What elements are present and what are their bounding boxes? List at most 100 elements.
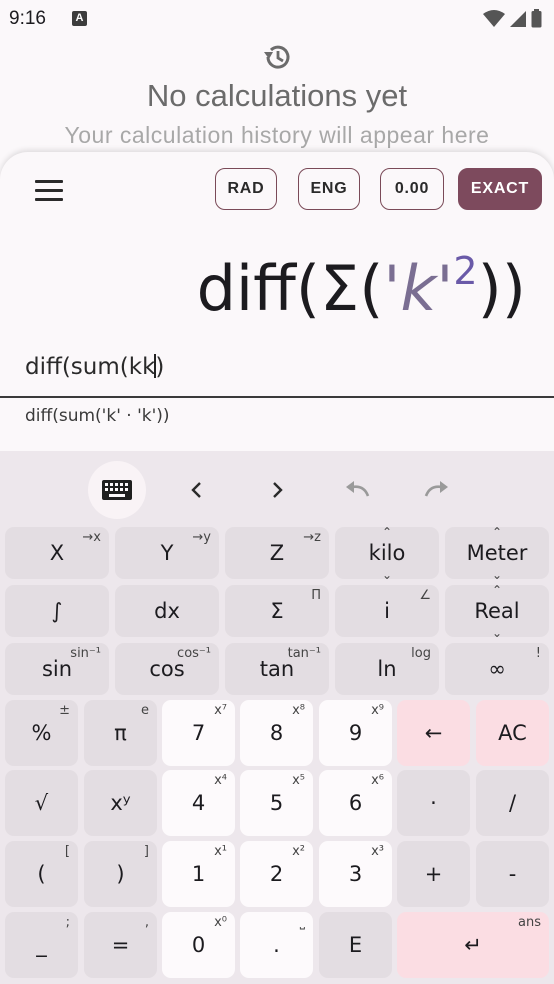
key-integral[interactable]: ∫: [5, 585, 109, 637]
key-secondary-label: x³: [371, 844, 384, 859]
key-dx[interactable]: dx: [115, 585, 219, 637]
key-y[interactable]: Y →y: [115, 527, 219, 579]
key-e[interactable]: E: [319, 912, 392, 978]
key-plus[interactable]: +: [397, 841, 470, 907]
key-x[interactable]: X →x: [5, 527, 109, 579]
chevron-left-icon: [191, 482, 201, 498]
history-empty-subtitle: Your calculation history will appear her…: [64, 122, 490, 148]
cursor-right-button[interactable]: [248, 461, 306, 519]
redo-icon: [424, 481, 448, 497]
key-label: /: [508, 791, 517, 815]
key-secondary-label: x⁸: [292, 703, 305, 718]
key-label: ∫: [51, 599, 63, 623]
key-label: dx: [154, 599, 180, 623]
key-label: 1: [191, 862, 206, 886]
keyboard-toolbar: [0, 451, 554, 527]
key-infinity[interactable]: ∞!: [445, 643, 549, 695]
key-9[interactable]: 9 x⁹: [319, 700, 392, 766]
key-close-paren[interactable]: )]: [84, 841, 157, 907]
keyboard-toggle-button[interactable]: [88, 461, 146, 519]
exact-mode-button[interactable]: EXACT: [458, 168, 542, 210]
key-kilo[interactable]: kilo ⌃ ⌄: [335, 525, 439, 582]
key-label: ←: [424, 721, 443, 745]
key-3[interactable]: 3 x³: [319, 841, 392, 907]
key-enter[interactable]: ↵ ans: [397, 912, 549, 978]
key-4[interactable]: 4 x⁴: [162, 770, 235, 836]
key-label: kilo: [368, 541, 406, 565]
key-decimal[interactable]: . ⎵: [240, 912, 313, 978]
key-meter[interactable]: Meter ⌃ ⌄: [445, 525, 549, 582]
key-label: 2: [269, 862, 284, 886]
key-ac[interactable]: AC: [476, 700, 549, 766]
menu-icon[interactable]: [32, 180, 66, 204]
key-sqrt[interactable]: √: [5, 770, 78, 836]
key-z[interactable]: Z →z: [225, 527, 329, 579]
notation-mode-button[interactable]: ENG: [298, 168, 360, 210]
key-sin[interactable]: sin sin⁻¹: [5, 643, 109, 695]
key-2[interactable]: 2 x²: [240, 841, 313, 907]
key-secondary-label: ±: [59, 703, 70, 718]
key-tan[interactable]: tan tan⁻¹: [225, 643, 329, 695]
key-backspace[interactable]: ←: [397, 700, 470, 766]
key-open-paren[interactable]: ([: [5, 841, 78, 907]
key-label: Meter: [466, 541, 528, 565]
key-6[interactable]: 6 x⁶: [319, 770, 392, 836]
key-5[interactable]: 5 x⁵: [240, 770, 313, 836]
input-divider: [0, 396, 554, 398]
key-label: Y: [160, 541, 174, 565]
key-1[interactable]: 1 x¹: [162, 841, 235, 907]
key-label: %: [31, 721, 52, 745]
key-secondary-label: x⁷: [214, 703, 227, 718]
cursor-left-button[interactable]: [168, 461, 226, 519]
undo-button[interactable]: [328, 461, 386, 519]
key-0[interactable]: 0 x⁰: [162, 912, 235, 978]
key-secondary-label: x²: [292, 844, 305, 859]
key-secondary-label: ans: [518, 915, 541, 930]
chevron-up-icon: ⌃: [491, 525, 503, 539]
display-power: 2: [453, 249, 478, 294]
display-quote-open: ': [383, 252, 401, 325]
key-sum[interactable]: ΣΠ: [225, 585, 329, 637]
key-label: i: [384, 599, 390, 623]
key-label: Σ: [270, 599, 284, 623]
key-secondary-label: ;: [65, 915, 70, 930]
parsed-preview: diff(sum('k' · 'k')): [25, 406, 170, 426]
angle-mode-button[interactable]: RAD: [215, 168, 277, 210]
key-ln[interactable]: ln log: [335, 643, 439, 695]
key-i[interactable]: i ∠: [335, 585, 439, 637]
key-label: ·: [430, 791, 437, 815]
input-after-caret: ): [155, 354, 165, 380]
history-icon: [264, 45, 290, 69]
key-cos[interactable]: cos cos⁻¹: [115, 643, 219, 695]
key-secondary-label: ]: [143, 844, 149, 859]
key-label: E: [348, 933, 363, 957]
calculator-panel: RAD ENG 0.00 EXACT diff(Σ('k'2)) diff(su…: [0, 152, 554, 452]
key-8[interactable]: 8 x⁸: [240, 700, 313, 766]
expression-input[interactable]: diff(sum(kk): [25, 354, 164, 380]
key-power[interactable]: xʸ: [84, 770, 157, 836]
precision-button[interactable]: 0.00: [380, 168, 444, 210]
key-minus[interactable]: -: [476, 841, 549, 907]
key-secondary-label: →x: [82, 530, 101, 545]
key-underscore[interactable]: _;: [5, 912, 78, 978]
chevron-down-icon: ⌄: [491, 568, 503, 582]
key-7[interactable]: 7 x⁷: [162, 700, 235, 766]
redo-button[interactable]: [408, 461, 466, 519]
status-icons: [483, 9, 542, 28]
key-label: ∞: [488, 657, 506, 681]
key-secondary-label: ⎵: [299, 915, 305, 930]
key-divide[interactable]: /: [476, 770, 549, 836]
calculator-keyboard: X →x Y →y Z →z kilo ⌃ ⌄ Meter ⌃ ⌄ ∫ dx Σ Πi ∠ Real ⌃ ⌄ sin si…: [0, 451, 554, 984]
key-secondary-label: e: [141, 703, 149, 718]
key-secondary-label: x¹: [214, 844, 227, 859]
key-secondary-label: →z: [303, 530, 321, 545]
key-percent[interactable]: % ±: [5, 700, 78, 766]
key-label: ↵: [464, 933, 482, 957]
key-real[interactable]: Real ⌃ ⌄: [445, 583, 549, 640]
chevron-right-icon: [273, 482, 283, 498]
key-pi[interactable]: πe: [84, 700, 157, 766]
key-label: -: [508, 862, 517, 886]
key-multiply[interactable]: ·: [397, 770, 470, 836]
key-equals[interactable]: =,: [84, 912, 157, 978]
input-before-caret: diff(sum(kk: [25, 354, 156, 380]
